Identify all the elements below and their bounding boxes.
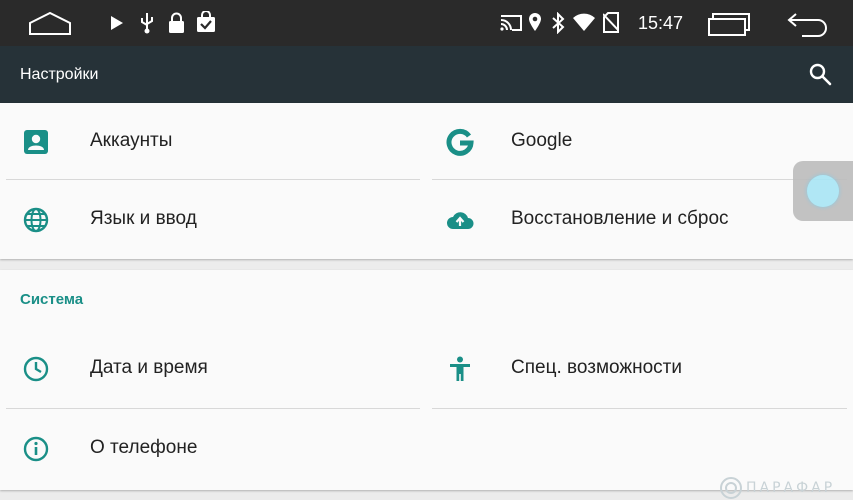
no-sim-icon	[603, 12, 619, 33]
settings-item-label: Восстановление и сброс	[511, 208, 729, 229]
assistive-dot-icon	[807, 175, 839, 207]
bag-check-icon	[197, 11, 215, 32]
cloud-upload-icon	[447, 212, 474, 229]
settings-item-label: Спец. возможности	[511, 357, 682, 378]
usb-icon	[141, 13, 153, 34]
location-icon	[529, 13, 541, 31]
watermark-text: ПАРАФАР	[746, 480, 836, 496]
floating-assistive-button[interactable]	[793, 161, 853, 221]
status-bar: 15:47	[0, 0, 853, 46]
account-icon	[24, 130, 48, 154]
google-icon	[446, 128, 474, 156]
settings-card-personal: Аккаунты Google Язык и ввод Восстановлен…	[0, 103, 853, 259]
toolbar: Настройки	[0, 46, 853, 103]
page-title: Настройки	[20, 66, 99, 83]
settings-item-label: Аккаунты	[90, 130, 173, 151]
watermark-logo-icon	[720, 477, 742, 499]
back-nav-icon[interactable]	[786, 11, 830, 37]
wifi-icon	[573, 13, 595, 31]
clock-icon	[23, 356, 49, 382]
settings-item-label: Дата и время	[90, 357, 208, 378]
watermark: ПАРАФАР	[716, 476, 853, 500]
settings-item-date-time[interactable]: Дата и время	[0, 330, 426, 408]
settings-item-label: О телефоне	[90, 437, 198, 458]
lock-icon	[169, 12, 184, 33]
recents-nav-icon[interactable]	[706, 11, 752, 37]
cast-icon	[500, 15, 522, 31]
divider	[432, 179, 847, 180]
divider	[6, 179, 420, 180]
globe-icon	[23, 207, 49, 233]
search-icon[interactable]	[808, 62, 832, 86]
settings-item-google[interactable]: Google	[426, 103, 853, 181]
accessibility-icon	[450, 356, 470, 381]
play-icon	[111, 16, 123, 30]
home-nav-icon[interactable]	[27, 10, 73, 36]
settings-item-accessibility[interactable]: Спец. возможности	[426, 330, 853, 408]
settings-card-system: Система Дата и время Спец. возможности О…	[0, 270, 853, 490]
divider	[432, 408, 847, 409]
settings-item-language[interactable]: Язык и ввод	[0, 181, 426, 259]
settings-item-backup[interactable]: Восстановление и сброс	[426, 181, 853, 259]
settings-item-label: Язык и ввод	[90, 208, 197, 229]
clock-time: 15:47	[638, 13, 684, 33]
section-title: Система	[20, 291, 84, 308]
divider	[6, 408, 420, 409]
settings-item-label: Google	[511, 130, 573, 151]
settings-item-accounts[interactable]: Аккаунты	[0, 103, 426, 181]
settings-item-about-phone[interactable]: О телефоне	[0, 410, 426, 488]
bluetooth-icon	[552, 12, 565, 34]
info-icon	[23, 436, 49, 462]
